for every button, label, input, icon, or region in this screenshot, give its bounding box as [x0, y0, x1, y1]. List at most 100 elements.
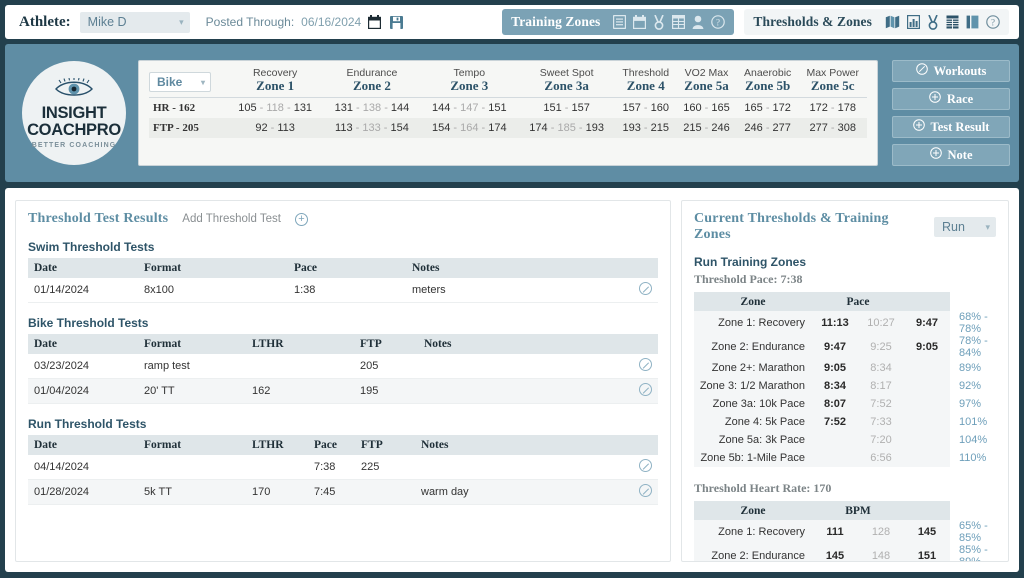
tab-training-zones[interactable]: Training Zones ?: [502, 9, 735, 35]
help-icon[interactable]: ?: [711, 15, 726, 29]
top-toolbar: Athlete: Mike D ▾ Posted Through: 06/16/…: [5, 5, 1019, 39]
zone-value: 9:05: [812, 359, 858, 377]
medal-icon[interactable]: [653, 14, 665, 30]
column-header-actions: [624, 258, 658, 278]
row-edit-cell[interactable]: [624, 378, 658, 404]
zone-percent: 104%: [959, 434, 988, 446]
race-button[interactable]: Race: [892, 88, 1010, 110]
edit-pencil-icon[interactable]: [639, 282, 652, 295]
table-row[interactable]: 04/14/2024 7:38 225: [28, 455, 658, 480]
row-edit-cell[interactable]: [624, 479, 658, 505]
table-cell: 01/14/2024: [28, 278, 138, 303]
table-icon[interactable]: [672, 15, 686, 29]
zone-value: [904, 377, 950, 395]
main-content: Threshold Test Results Add Threshold Tes…: [5, 188, 1019, 572]
help-icon[interactable]: ?: [986, 15, 1000, 29]
table-cell: warm day: [415, 479, 624, 505]
zone-name: Zone 2: Endurance: [694, 335, 812, 359]
tab-thresholds-zones-label: Thresholds & Zones: [753, 14, 872, 29]
zones-value-cell: 154 - 164 - 174: [431, 122, 507, 134]
logo-tagline: BETTER COACHING: [31, 141, 117, 149]
table-cell: 03/23/2024: [28, 354, 138, 379]
edit-pencil-icon[interactable]: [639, 484, 652, 497]
tab-thresholds-zones[interactable]: Thresholds & Zones ?: [744, 9, 1009, 35]
table-row[interactable]: 01/28/2024 5k TT 170 7:45 warm day: [28, 479, 658, 505]
zones-value-cell: 193 - 215: [622, 122, 669, 134]
workouts-button[interactable]: Workouts: [892, 60, 1010, 82]
sport-select[interactable]: Bike ▾: [149, 72, 211, 92]
plus-circle-icon[interactable]: +: [294, 212, 308, 226]
zones-table: Bike ▾ Recovery Endurance Tempo Sweet Sp…: [149, 67, 867, 138]
zones-row-label: FTP - 205: [153, 122, 199, 134]
table-row[interactable]: 01/14/2024 8x100 1:38 meters: [28, 278, 658, 303]
zone-row: Zone 2+: Marathon 9:05 8:34 89%: [694, 359, 996, 377]
athlete-select[interactable]: Mike D ▾: [79, 11, 190, 33]
athlete-select-value: Mike D: [87, 15, 127, 29]
zone-percent: 65% - 85%: [959, 520, 988, 544]
chevron-down-icon: ▾: [200, 77, 205, 87]
medal-icon[interactable]: [927, 14, 939, 30]
sport-filter-select[interactable]: Run ▾: [934, 217, 996, 237]
zone-col-big-5: Zone 5a: [684, 78, 729, 93]
zone-percent: 92%: [959, 380, 982, 392]
section-title: Run Threshold Tests: [28, 417, 147, 431]
eye-icon: [53, 77, 95, 103]
table-cell: ramp test: [138, 354, 246, 379]
pace-zones-col-pace: Pace: [812, 292, 904, 311]
column-header: Format: [138, 435, 246, 455]
zones-value-cell: 172 - 178: [809, 102, 856, 114]
zone-row: Zone 5a: 3k Pace 7:20 104%: [694, 431, 996, 449]
zone-percent: 85% - 89%: [959, 544, 988, 562]
bar-chart-icon[interactable]: [907, 15, 920, 29]
zones-table-bighead-row: Zone 1 Zone 2 Zone 3 Zone 3a Zone 4 Zone…: [149, 79, 867, 98]
test-result-button[interactable]: Test Result: [892, 116, 1010, 138]
zone-value: [904, 395, 950, 413]
row-edit-cell[interactable]: [624, 455, 658, 480]
calendar-icon[interactable]: [368, 15, 382, 29]
table-row[interactable]: 01/04/2024 20' TT 162 195: [28, 378, 658, 404]
table-cell: [246, 455, 308, 480]
zone-percent: 68% - 78%: [959, 311, 988, 335]
person-icon[interactable]: [692, 15, 704, 29]
table-cell: meters: [406, 278, 624, 303]
zone-value: 8:34: [858, 359, 904, 377]
table-cell: 8x100: [138, 278, 288, 303]
zone-row: Zone 2: Endurance 145 148 151 85% - 89%: [694, 544, 996, 562]
zones-value-cell: 113 - 133 - 154: [335, 122, 409, 134]
table-cell: 01/04/2024: [28, 378, 138, 404]
row-edit-cell[interactable]: [624, 354, 658, 379]
column-header: LTHR: [246, 435, 308, 455]
logo-line-2: COACHPRO: [27, 120, 121, 139]
table-icon[interactable]: [946, 15, 959, 29]
table-cell: 1:38: [288, 278, 406, 303]
athlete-label: Athlete:: [19, 13, 71, 30]
edit-pencil-icon[interactable]: [639, 459, 652, 472]
row-edit-cell[interactable]: [624, 278, 658, 303]
edit-pencil-icon[interactable]: [639, 358, 652, 371]
column-header: Pace: [308, 435, 355, 455]
table-cell: [418, 378, 624, 404]
edit-pencil-icon[interactable]: [639, 383, 652, 396]
table-header-row: Date Format Pace Notes: [28, 258, 658, 278]
add-threshold-test-label[interactable]: Add Threshold Test: [182, 213, 281, 225]
thresholds-zones-icon-row: ?: [885, 14, 1000, 30]
document-icon[interactable]: [613, 15, 627, 29]
zones-card: Bike ▾ Recovery Endurance Tempo Sweet Sp…: [138, 60, 878, 166]
calendar-icon[interactable]: [633, 15, 647, 29]
zones-value-cell: 215 - 246: [683, 122, 730, 134]
book-icon[interactable]: [966, 15, 979, 29]
column-header: FTP: [354, 334, 418, 354]
hero-action-buttons: Workouts Race Test Result Note: [892, 60, 1010, 166]
zone-value: 9:47: [904, 311, 950, 335]
table-cell: [355, 479, 415, 505]
zone-value: [812, 449, 858, 467]
svg-text:?: ?: [991, 17, 995, 27]
table-header-row: Date Format LTHR FTP Notes: [28, 334, 658, 354]
pace-zones-header-row: Zone Pace: [694, 292, 996, 311]
logo: INSIGHT COACHPRO BETTER COACHING: [22, 61, 126, 165]
note-button[interactable]: Note: [892, 144, 1010, 166]
table-row[interactable]: 03/23/2024 ramp test 205: [28, 354, 658, 379]
chevron-down-icon: ▾: [179, 16, 184, 27]
map-icon[interactable]: [885, 15, 900, 29]
save-disk-icon[interactable]: [390, 15, 404, 29]
